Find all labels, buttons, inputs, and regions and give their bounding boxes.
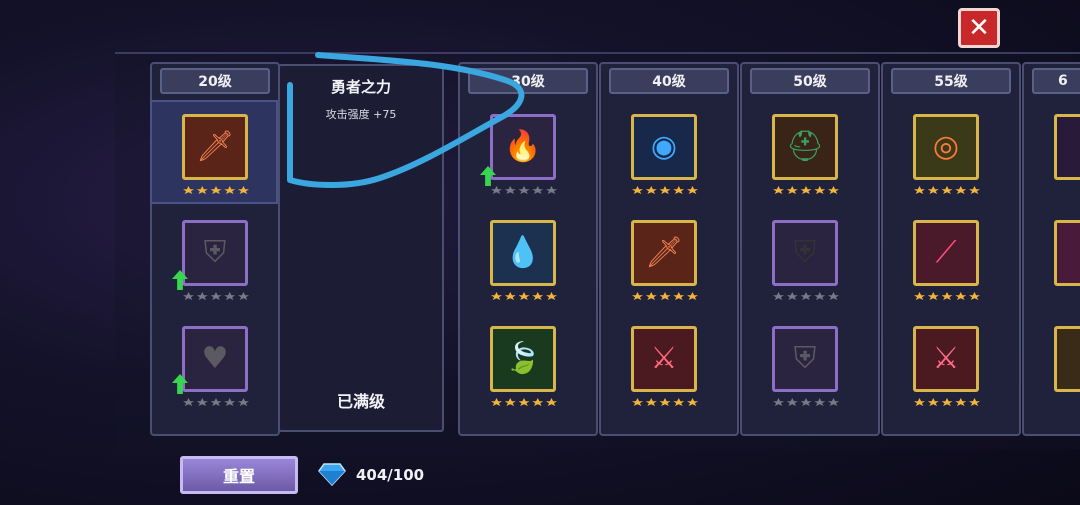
sword-icon: 🗡 [182,114,248,180]
talent-slot[interactable]: ◉ [631,114,703,194]
crystal-sword-icon: ⚔ [631,326,697,392]
star-rating [183,186,249,194]
star-rating [914,186,980,194]
slash-icon: ⟋ [913,220,979,286]
level-header: 40级 [609,68,729,94]
green-helmet-icon: ⛑ [772,114,838,180]
star-rating [632,186,698,194]
talent-info-panel: 勇者之力 攻击强度 +75 已满级 [278,64,444,432]
flame-icon: 🔥 [490,114,556,180]
star-rating [632,292,698,300]
blue-orb-icon: ◉ [631,114,697,180]
talent-slot[interactable]: ⛑ [772,114,844,194]
talent-status: 已满级 [336,392,385,411]
talent-slot[interactable] [1054,220,1080,292]
star-rating [491,292,557,300]
talent-slot[interactable]: ◎ [913,114,985,194]
close-icon: ✕ [968,13,990,43]
talent-slot[interactable]: ⛨ [182,220,254,300]
star-rating [491,186,557,194]
pink-gem-icon [1054,220,1080,286]
star-rating [773,186,839,194]
talent-slot[interactable]: ⚔ [913,326,985,406]
talent-screen: ✕ 20级 🗡 ⛨ ♥ 勇者之力 攻击强度 +75 已满级 30级 🔥 💧 🍃 [0,0,1080,505]
star-rating [183,292,249,300]
eye-icon: ◎ [913,114,979,180]
level-header: 20级 [160,68,270,94]
reset-button[interactable]: 重置 [180,456,298,494]
reset-label: 重置 [222,467,255,486]
water-drop-icon: 💧 [490,220,556,286]
star-rating [183,398,249,406]
star-rating [491,398,557,406]
level-header: 55级 [891,68,1011,94]
heart-icon: ♥ [182,326,248,392]
talent-slot[interactable] [1054,114,1080,186]
talent-slot[interactable]: ⟋ [913,220,985,300]
talent-slot[interactable]: ♥ [182,326,254,406]
armor-icon: ⛨ [772,326,838,392]
talent-slot[interactable]: ⚔ [631,326,703,406]
dark-creature-icon [1054,114,1080,180]
talent-name: 勇者之力 [330,78,391,96]
dark-armor-icon: ⛨ [772,220,838,286]
gem-count: 404/100 [356,466,425,484]
sun-icon [1054,326,1080,392]
star-rating [773,292,839,300]
star-rating [632,398,698,406]
talent-slot[interactable]: 🗡 [631,220,703,300]
diamond-gem-icon [318,463,346,486]
talent-slot[interactable]: 💧 [490,220,562,300]
level-header: 6 [1032,68,1080,94]
talent-slot[interactable]: ⛨ [772,220,844,300]
crystal-sword-icon: ⚔ [913,326,979,392]
dagger-icon: 🗡 [631,220,697,286]
close-button[interactable]: ✕ [958,8,1000,48]
level-header: 30级 [468,68,588,94]
talent-slot[interactable] [1054,326,1080,398]
level-header: 50级 [750,68,870,94]
star-rating [914,292,980,300]
talent-slot[interactable]: 🔥 [490,114,562,194]
armor-icon: ⛨ [182,220,248,286]
talent-slot[interactable]: ⛨ [772,326,844,406]
talent-slot[interactable]: 🍃 [490,326,562,406]
talent-slot[interactable]: 🗡 [182,114,254,194]
leaf-icon: 🍃 [490,326,556,392]
star-rating [773,398,839,406]
talent-description: 攻击强度 +75 [325,108,397,121]
star-rating [914,398,980,406]
